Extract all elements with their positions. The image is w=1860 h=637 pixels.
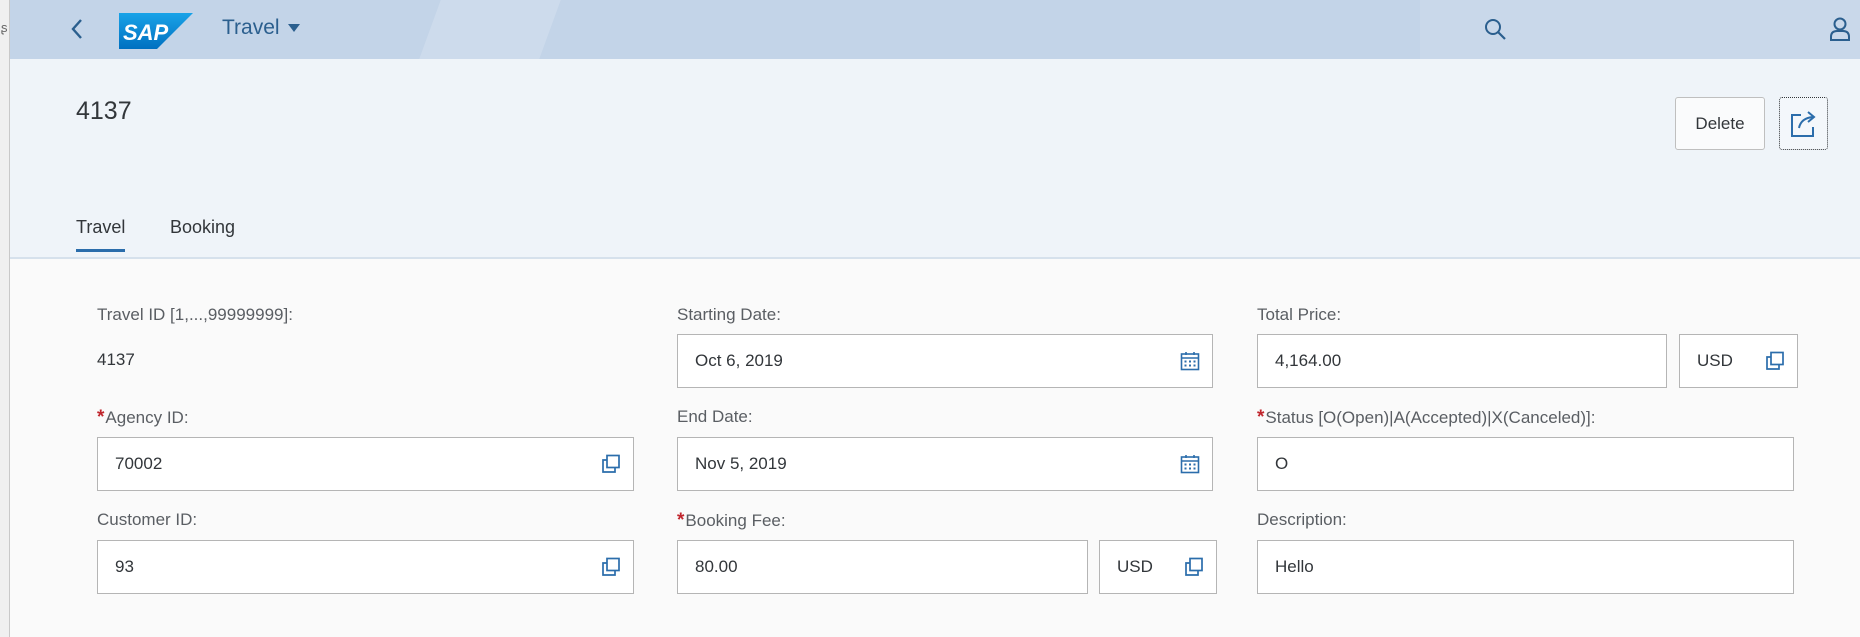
end-date-label: End Date:: [677, 407, 753, 426]
agency-id-value-help[interactable]: [589, 438, 633, 490]
shell-bar: SAP Travel: [10, 0, 1860, 59]
total-price-field[interactable]: 4,164.00: [1257, 334, 1667, 388]
back-icon: [71, 19, 82, 39]
share-icon: [1790, 110, 1816, 137]
booking-fee-currency-field[interactable]: USD: [1099, 540, 1217, 594]
dropdown-caret-icon: [287, 24, 300, 32]
value-help-icon: [602, 454, 620, 473]
object-title: 4137: [76, 97, 132, 125]
user-icon: [1830, 17, 1850, 41]
required-marker: *: [97, 407, 105, 428]
description-field[interactable]: Hello: [1257, 540, 1794, 594]
total-price-label: Total Price:: [1257, 305, 1342, 324]
value-help-icon: [1185, 557, 1203, 576]
total-price-value: 4,164.00: [1275, 351, 1342, 370]
calendar-icon: [1180, 455, 1200, 474]
starting-date-field[interactable]: Oct 6, 2019: [677, 334, 1213, 388]
shell-decoration: [419, 0, 561, 59]
starting-date-label: Starting Date:: [677, 305, 781, 324]
customer-id-value: 93: [115, 557, 134, 576]
agency-id-label: *Agency ID:: [97, 407, 189, 428]
travel-id-label: Travel ID [1,...,99999999]:: [97, 305, 293, 324]
app-title-menu[interactable]: Travel: [222, 16, 300, 40]
svg-text:SAP: SAP: [123, 20, 169, 45]
booking-fee-currency-value: USD: [1117, 557, 1153, 576]
end-date-picker[interactable]: [1168, 438, 1212, 490]
window-left-edge: ʂ: [0, 0, 10, 637]
status-label: *Status [O(Open)|A(Accepted)|X(Canceled)…: [1257, 407, 1596, 428]
end-date-value: Nov 5, 2019: [695, 454, 787, 473]
tab-booking[interactable]: Booking: [170, 217, 235, 238]
search-button[interactable]: [1480, 14, 1510, 44]
description-label: Description:: [1257, 510, 1347, 529]
agency-id-value: 70002: [115, 454, 163, 473]
booking-fee-currency-value-help[interactable]: [1172, 541, 1216, 593]
travel-id-value: 4137: [97, 350, 135, 369]
value-help-icon: [1766, 351, 1784, 370]
description-value: Hello: [1275, 557, 1314, 576]
booking-fee-field[interactable]: 80.00: [677, 540, 1088, 594]
required-marker: *: [1257, 407, 1265, 428]
app-title: Travel: [222, 16, 280, 39]
required-marker: *: [677, 510, 685, 531]
total-price-currency-value: USD: [1697, 351, 1733, 370]
agency-id-field[interactable]: 70002: [97, 437, 634, 491]
object-header: 4137 Delete Travel Booking: [10, 59, 1860, 259]
user-menu-button[interactable]: [1825, 14, 1855, 44]
customer-id-field[interactable]: 93: [97, 540, 634, 594]
sap-logo[interactable]: SAP: [119, 13, 193, 49]
value-help-icon: [602, 557, 620, 576]
starting-date-value: Oct 6, 2019: [695, 351, 783, 370]
delete-button[interactable]: Delete: [1675, 97, 1765, 150]
back-button[interactable]: [62, 14, 92, 44]
status-field[interactable]: O: [1257, 437, 1794, 491]
total-price-currency-value-help[interactable]: [1753, 335, 1797, 387]
calendar-icon: [1180, 352, 1200, 371]
booking-fee-label: *Booking Fee:: [677, 510, 786, 531]
search-icon: [1485, 19, 1506, 40]
starting-date-picker[interactable]: [1168, 335, 1212, 387]
customer-id-value-help[interactable]: [589, 541, 633, 593]
customer-id-label: Customer ID:: [97, 510, 198, 529]
status-value: O: [1275, 454, 1289, 473]
edge-glyph: ʂ: [1, 20, 8, 35]
tab-travel[interactable]: Travel: [76, 217, 126, 252]
total-price-currency-field[interactable]: USD: [1679, 334, 1798, 388]
end-date-field[interactable]: Nov 5, 2019: [677, 437, 1213, 491]
booking-fee-value: 80.00: [695, 557, 738, 576]
share-button[interactable]: [1779, 97, 1828, 150]
